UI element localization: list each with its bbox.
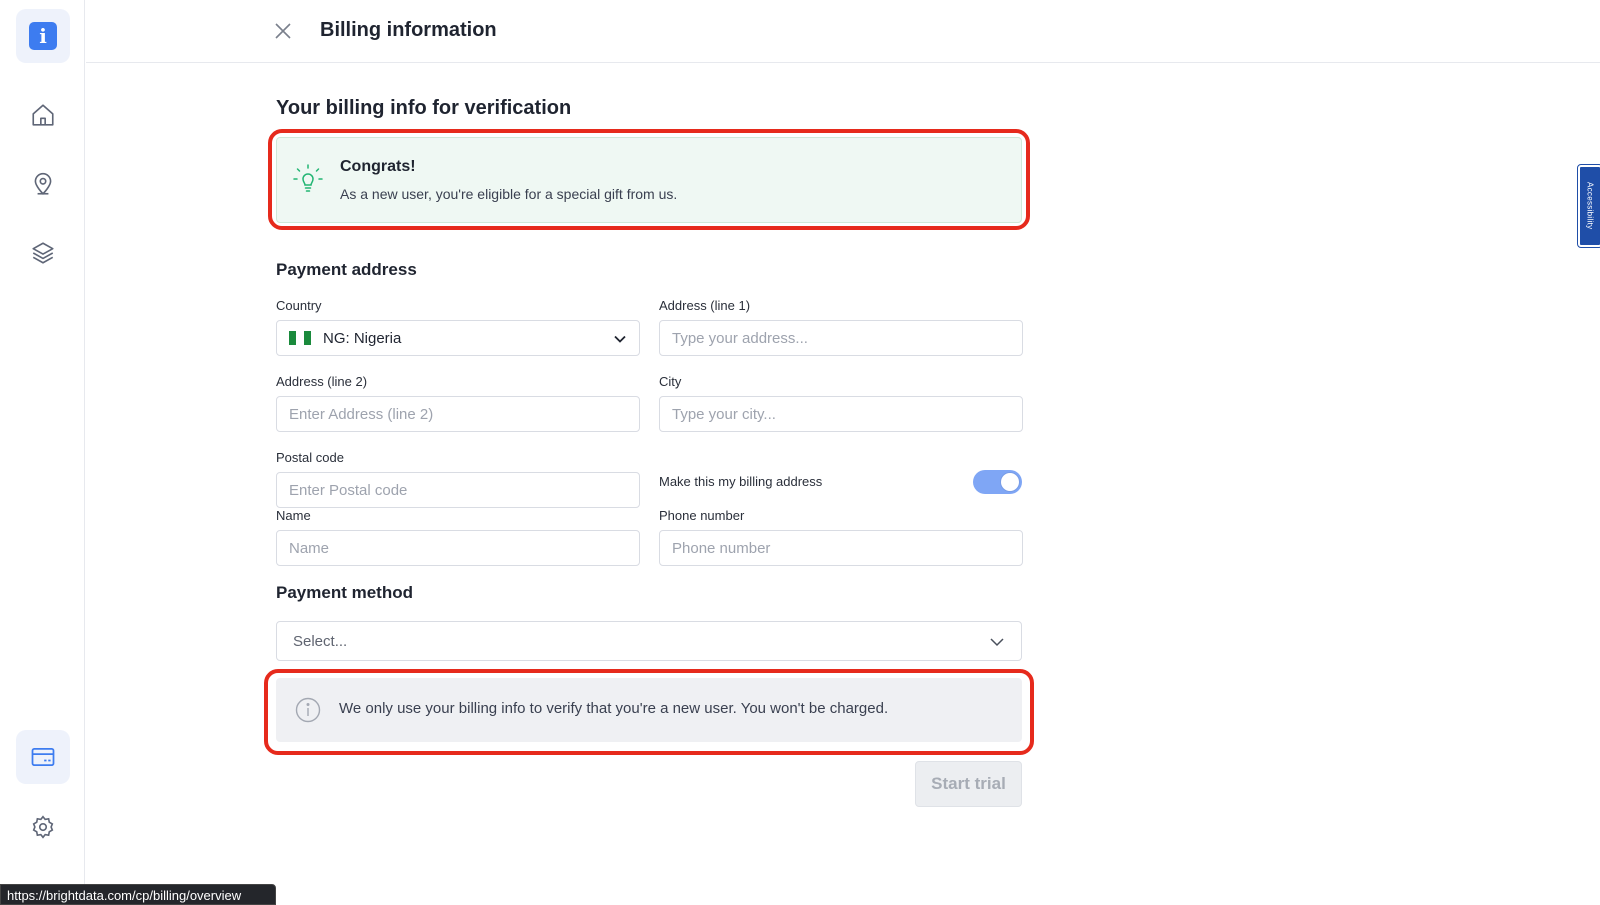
address2-label: Address (line 2) [276, 374, 368, 389]
congrats-banner: Congrats! As a new user, you're eligible… [276, 137, 1022, 223]
phone-label: Phone number [659, 508, 745, 523]
accessibility-tab[interactable]: Accessibility [1577, 164, 1600, 248]
chevron-down-icon [990, 638, 1004, 647]
section-title: Your billing info for verification [276, 97, 572, 119]
payment-method-select[interactable]: Select... [276, 621, 1022, 661]
credit-card-icon [31, 747, 55, 767]
layers-icon [32, 242, 54, 264]
close-button[interactable] [272, 20, 294, 42]
name-label: Name [276, 508, 311, 523]
phone-field-wrap [659, 530, 1023, 566]
start-trial-button[interactable]: Start trial [915, 761, 1022, 807]
sidebar-item-billing[interactable] [16, 730, 70, 784]
map-pin-icon [34, 172, 52, 195]
address1-field-wrap [659, 320, 1023, 356]
info-banner: We only use your billing info to verify … [276, 678, 1022, 742]
country-label: Country [276, 298, 322, 313]
sidebar: i [0, 0, 85, 905]
name-input[interactable] [277, 531, 639, 565]
congrats-text: As a new user, you're eligible for a spe… [340, 186, 678, 202]
city-field-wrap [659, 396, 1023, 432]
page-title: Billing information [320, 19, 497, 41]
gear-icon [32, 815, 54, 839]
payment-address-title: Payment address [276, 260, 417, 279]
name-field-wrap [276, 530, 640, 566]
postal-field-wrap [276, 472, 640, 508]
country-select[interactable]: NG: Nigeria [276, 320, 640, 356]
page-header: Billing information [86, 0, 1600, 63]
status-bar-url: https://brightdata.com/cp/billing/overvi… [0, 884, 276, 905]
postal-label: Postal code [276, 450, 344, 465]
city-input[interactable] [660, 397, 1022, 431]
sidebar-item-home[interactable] [16, 88, 70, 142]
postal-input[interactable] [277, 473, 639, 507]
close-icon [275, 23, 291, 39]
info-icon [295, 697, 321, 723]
phone-input[interactable] [660, 531, 1022, 565]
nigeria-flag-icon [289, 331, 311, 345]
accessibility-tab-label: Accessibility [1585, 182, 1595, 230]
billing-address-toggle[interactable] [973, 470, 1022, 494]
lightbulb-icon [293, 164, 323, 192]
address2-field-wrap [276, 396, 640, 432]
payment-method-title: Payment method [276, 583, 413, 602]
congrats-title: Congrats! [340, 158, 416, 175]
sidebar-item-settings[interactable] [16, 800, 70, 854]
info-text: We only use your billing info to verify … [339, 700, 889, 717]
payment-method-select-value: Select... [293, 632, 348, 650]
address2-input[interactable] [277, 397, 639, 431]
toggle-knob [1001, 473, 1019, 491]
app-logo[interactable]: i [16, 9, 70, 63]
chevron-down-icon [614, 335, 626, 343]
home-icon [32, 104, 54, 126]
address1-label: Address (line 1) [659, 298, 751, 313]
sidebar-item-layers[interactable] [16, 226, 70, 280]
billing-address-toggle-label: Make this my billing address [659, 474, 823, 489]
sidebar-item-location[interactable] [16, 157, 70, 211]
address1-input[interactable] [660, 321, 1022, 355]
country-value: NG: Nigeria [323, 329, 402, 347]
info-logo-icon: i [29, 22, 57, 50]
city-label: City [659, 374, 682, 389]
